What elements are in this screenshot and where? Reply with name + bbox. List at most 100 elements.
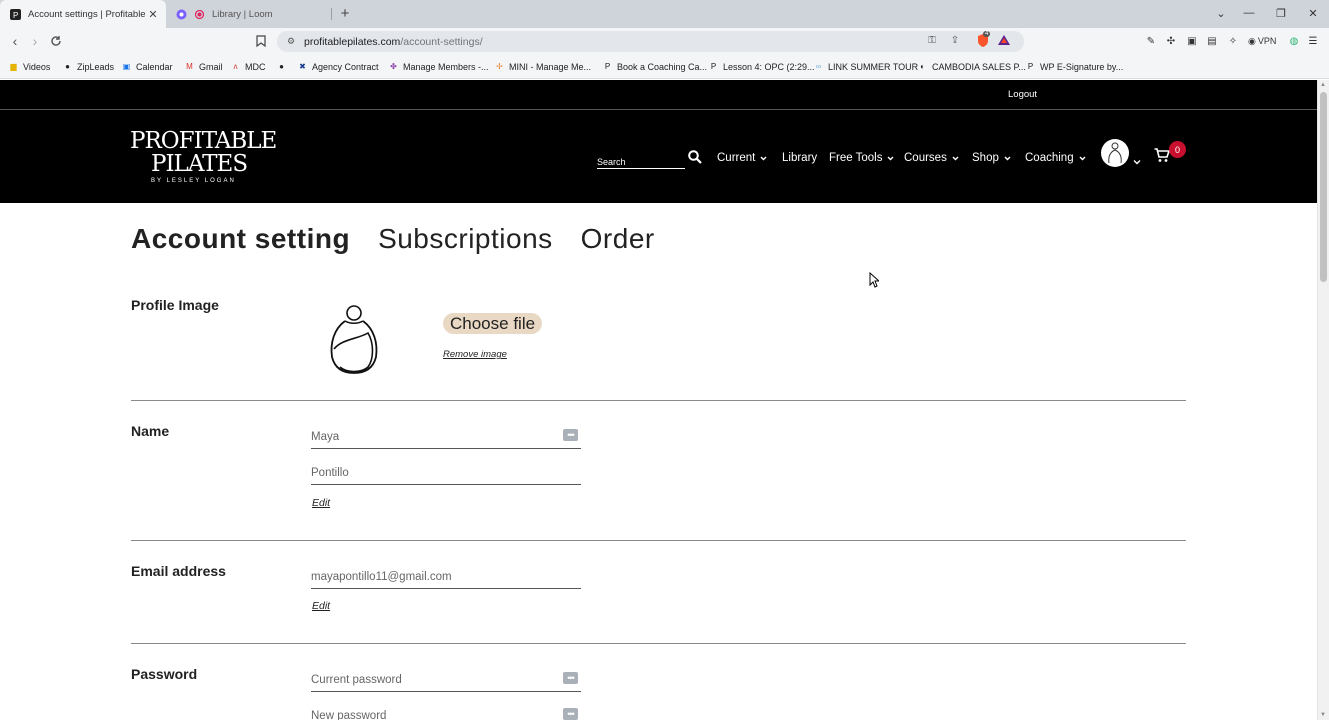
bookmark-agency-contract[interactable]: ✖ Agency Contract <box>297 59 378 74</box>
section-divider <box>131 643 1186 644</box>
first-name-field: ••• <box>311 427 581 449</box>
edit-email-link[interactable]: Edit <box>312 600 330 612</box>
mouse-cursor-icon <box>869 271 881 288</box>
forward-button[interactable]: › <box>26 32 44 50</box>
back-button[interactable]: ‹ <box>6 32 24 50</box>
tab-order[interactable]: Order <box>581 223 655 255</box>
share-icon[interactable]: ⇪ <box>947 32 963 48</box>
avatar-chevron-down-icon[interactable] <box>1133 153 1141 165</box>
current-password-input[interactable] <box>311 670 551 690</box>
email-field <box>311 567 581 589</box>
leo-ai-icon[interactable]: ✧ <box>1226 33 1240 49</box>
nav-coaching[interactable]: Coaching <box>1025 150 1086 166</box>
new-password-input[interactable] <box>311 706 551 720</box>
bookmark-link-summer-tour[interactable]: ∞ LINK SUMMER TOUR <box>813 59 919 74</box>
sidebar-icon[interactable]: ▣ <box>1185 33 1199 49</box>
new-tab-button[interactable]: + <box>337 4 353 22</box>
vpn-button[interactable]: ◉ VPN <box>1248 33 1276 49</box>
calendar-icon: ▣ <box>122 62 131 71</box>
logout-link[interactable]: Logout <box>1008 89 1037 100</box>
nav-shop[interactable]: Shop <box>972 150 1011 166</box>
site-logo[interactable]: PROFITABLE PILATES BY LESLEY LOGAN <box>130 128 277 185</box>
browser-tab-loom[interactable]: Library | Loom <box>168 0 332 28</box>
nav-current-label: Current <box>717 152 756 164</box>
profile-icon[interactable]: ◍ <box>1287 33 1301 49</box>
password-manager-icon[interactable]: ••• <box>563 672 578 684</box>
logo-line-2: PILATES <box>151 151 248 177</box>
tab-account-setting[interactable]: Account setting <box>131 223 350 255</box>
first-name-input[interactable] <box>311 427 551 447</box>
bookmark-mdc[interactable]: ʌ MDC <box>230 59 266 74</box>
user-avatar[interactable] <box>1101 139 1129 167</box>
password-manager-icon[interactable]: ••• <box>563 708 578 720</box>
bookmark-gmail[interactable]: M Gmail <box>184 59 222 74</box>
site-info-icon[interactable]: ⚙ <box>285 36 297 48</box>
nav-library[interactable]: Library <box>782 150 817 166</box>
svg-text:P: P <box>13 11 18 20</box>
name-label: Name <box>131 423 170 439</box>
scroll-thumb[interactable] <box>1320 92 1327 282</box>
nav-courses-label: Courses <box>904 152 947 164</box>
tab-subscriptions[interactable]: Subscriptions <box>378 223 553 255</box>
address-bar[interactable]: ⚙ profitablepilates.com/account-settings… <box>277 31 1024 52</box>
close-tab-icon[interactable]: ✕ <box>146 7 160 21</box>
profile-image-label: Profile Image <box>131 297 219 313</box>
section-divider <box>131 540 1186 541</box>
bookmark-zipleads[interactable]: ● ZipLeads <box>62 59 114 74</box>
brave-rewards-icon[interactable] <box>996 32 1012 48</box>
link-icon: ∞ <box>815 62 822 71</box>
shopping-cart-icon[interactable] <box>1154 148 1171 164</box>
email-input[interactable] <box>311 567 551 587</box>
vpn-label: VPN <box>1257 36 1277 46</box>
bookmark-lesson-4[interactable]: P Lesson 4: OPC (2:29... <box>708 59 815 74</box>
logo-line-1: PROFITABLE <box>130 128 277 154</box>
cart-count-badge: 0 <box>1169 141 1186 158</box>
extensions-icon[interactable]: ✣ <box>1164 33 1178 49</box>
wallet-icon[interactable]: ▤ <box>1205 33 1219 49</box>
bookmark-wp-esignature[interactable]: P WP E-Signature by... <box>1025 59 1123 74</box>
url-host: profitablepilates.com <box>304 35 401 48</box>
reload-button[interactable] <box>47 32 65 50</box>
bookmark-cambodia-sales[interactable]: ◐ CAMBODIA SALES P... <box>917 59 1026 74</box>
bookmark-calendar[interactable]: ▣ Calendar <box>121 59 173 74</box>
bookmark-icon[interactable] <box>252 32 270 50</box>
tab-search-chevron-icon[interactable]: ⌄ <box>1210 4 1232 22</box>
password-manager-icon[interactable]: ••• <box>563 429 578 441</box>
current-password-field: ••• <box>311 670 581 692</box>
search-input[interactable] <box>597 154 685 170</box>
loom-favicon-icon <box>176 9 187 20</box>
logo-line-3: BY LESLEY LOGAN <box>151 178 236 184</box>
restore-button[interactable]: ❐ <box>1270 4 1292 22</box>
search-icon[interactable] <box>686 148 704 166</box>
bookmark-unnamed[interactable]: ● <box>276 59 291 74</box>
pencil-extension-icon[interactable]: ✎ <box>1144 33 1158 49</box>
chevron-down-icon <box>952 155 959 162</box>
account-tabs: Account setting Subscriptions Order <box>131 223 683 263</box>
agency-icon: ✖ <box>299 62 306 71</box>
bookmark-videos[interactable]: ▆ Videos <box>8 59 50 74</box>
scroll-up-arrow-icon[interactable]: ▲ <box>1320 82 1326 88</box>
page-scrollbar[interactable]: ▲ ▼ <box>1317 80 1329 720</box>
scroll-down-arrow-icon[interactable]: ▼ <box>1320 712 1326 718</box>
bookmark-book-coaching[interactable]: P Book a Coaching Ca... <box>602 59 707 74</box>
gmail-icon: M <box>186 62 193 71</box>
browser-tab-account-settings[interactable]: P Account settings | Profitable Pi ✕ <box>0 0 166 28</box>
close-window-button[interactable]: ✕ <box>1302 4 1324 22</box>
circle-icon: ● <box>279 62 284 71</box>
bookmark-manage-members[interactable]: ✤ Manage Members -... <box>388 59 488 74</box>
remove-image-link[interactable]: Remove image <box>443 349 507 360</box>
choose-file-button[interactable]: Choose file <box>443 313 543 334</box>
bookmark-mini-manage[interactable]: ✢ MINI - Manage Me... <box>494 59 591 74</box>
last-name-input[interactable] <box>311 463 551 483</box>
nav-courses[interactable]: Courses <box>904 150 959 166</box>
url-path: /account-settings/ <box>400 35 483 48</box>
minimize-button[interactable]: — <box>1238 4 1260 22</box>
menu-icon[interactable]: ☰ <box>1306 33 1320 49</box>
nav-current[interactable]: Current <box>717 150 767 166</box>
nav-free-tools[interactable]: Free Tools <box>829 150 894 166</box>
key-icon[interactable]: ⚿ <box>924 32 940 48</box>
edit-name-link[interactable]: Edit <box>312 497 330 509</box>
top-utility-bar: Logout <box>0 80 1317 110</box>
nav-shop-label: Shop <box>972 152 999 164</box>
section-divider <box>131 400 1186 401</box>
